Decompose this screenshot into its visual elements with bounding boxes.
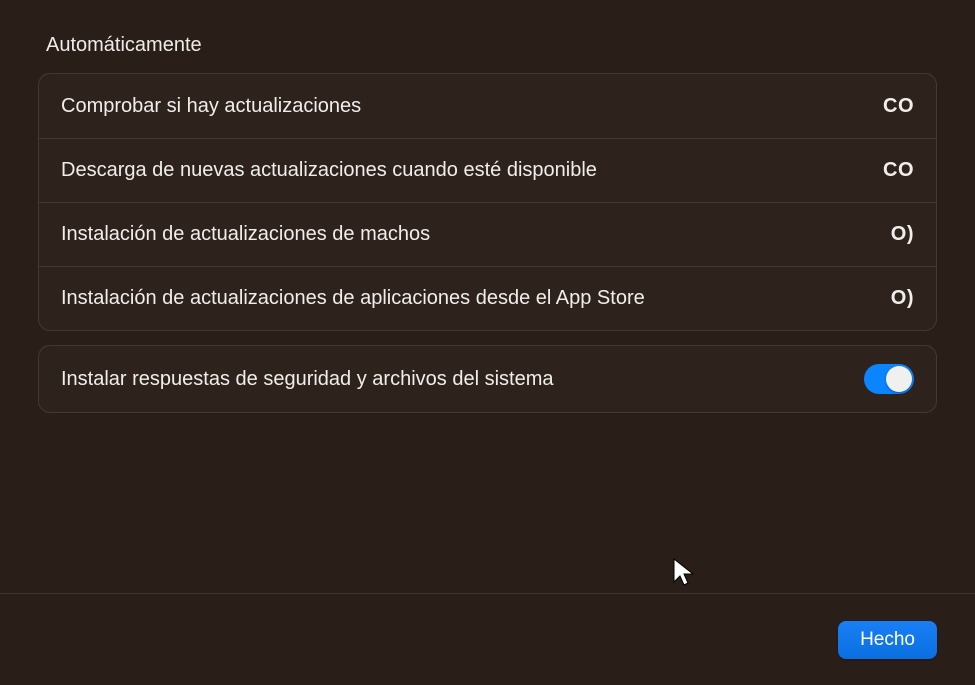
check-updates-label: Comprobar si hay actualizaciones (61, 95, 883, 118)
download-updates-row[interactable]: Descarga de nuevas actualizaciones cuand… (39, 138, 936, 202)
automatic-updates-group: Comprobar si hay actualizaciones CO Desc… (38, 73, 937, 331)
toggle-knob (886, 366, 912, 392)
install-appstore-updates-row[interactable]: Instalación de actualizaciones de aplica… (39, 266, 936, 330)
done-button[interactable]: Hecho (838, 621, 937, 659)
install-macos-updates-label: Instalación de actualizaciones de machos (61, 223, 891, 246)
security-responses-group: Instalar respuestas de seguridad y archi… (38, 345, 937, 413)
install-appstore-updates-value: O) (891, 287, 914, 310)
security-responses-label: Instalar respuestas de seguridad y archi… (61, 368, 864, 391)
section-title: Automáticamente (38, 34, 937, 57)
install-macos-updates-row[interactable]: Instalación de actualizaciones de machos… (39, 202, 936, 266)
security-responses-toggle[interactable] (864, 364, 914, 394)
automatic-updates-panel: Automáticamente Comprobar si hay actuali… (0, 0, 975, 413)
footer-bar: Hecho (0, 593, 975, 685)
check-updates-value: CO (883, 95, 914, 118)
security-responses-row: Instalar respuestas de seguridad y archi… (39, 346, 936, 412)
cursor-icon (673, 558, 699, 588)
download-updates-value: CO (883, 159, 914, 182)
install-appstore-updates-label: Instalación de actualizaciones de aplica… (61, 287, 891, 310)
download-updates-label: Descarga de nuevas actualizaciones cuand… (61, 159, 883, 182)
install-macos-updates-value: O) (891, 223, 914, 246)
check-updates-row[interactable]: Comprobar si hay actualizaciones CO (39, 74, 936, 138)
